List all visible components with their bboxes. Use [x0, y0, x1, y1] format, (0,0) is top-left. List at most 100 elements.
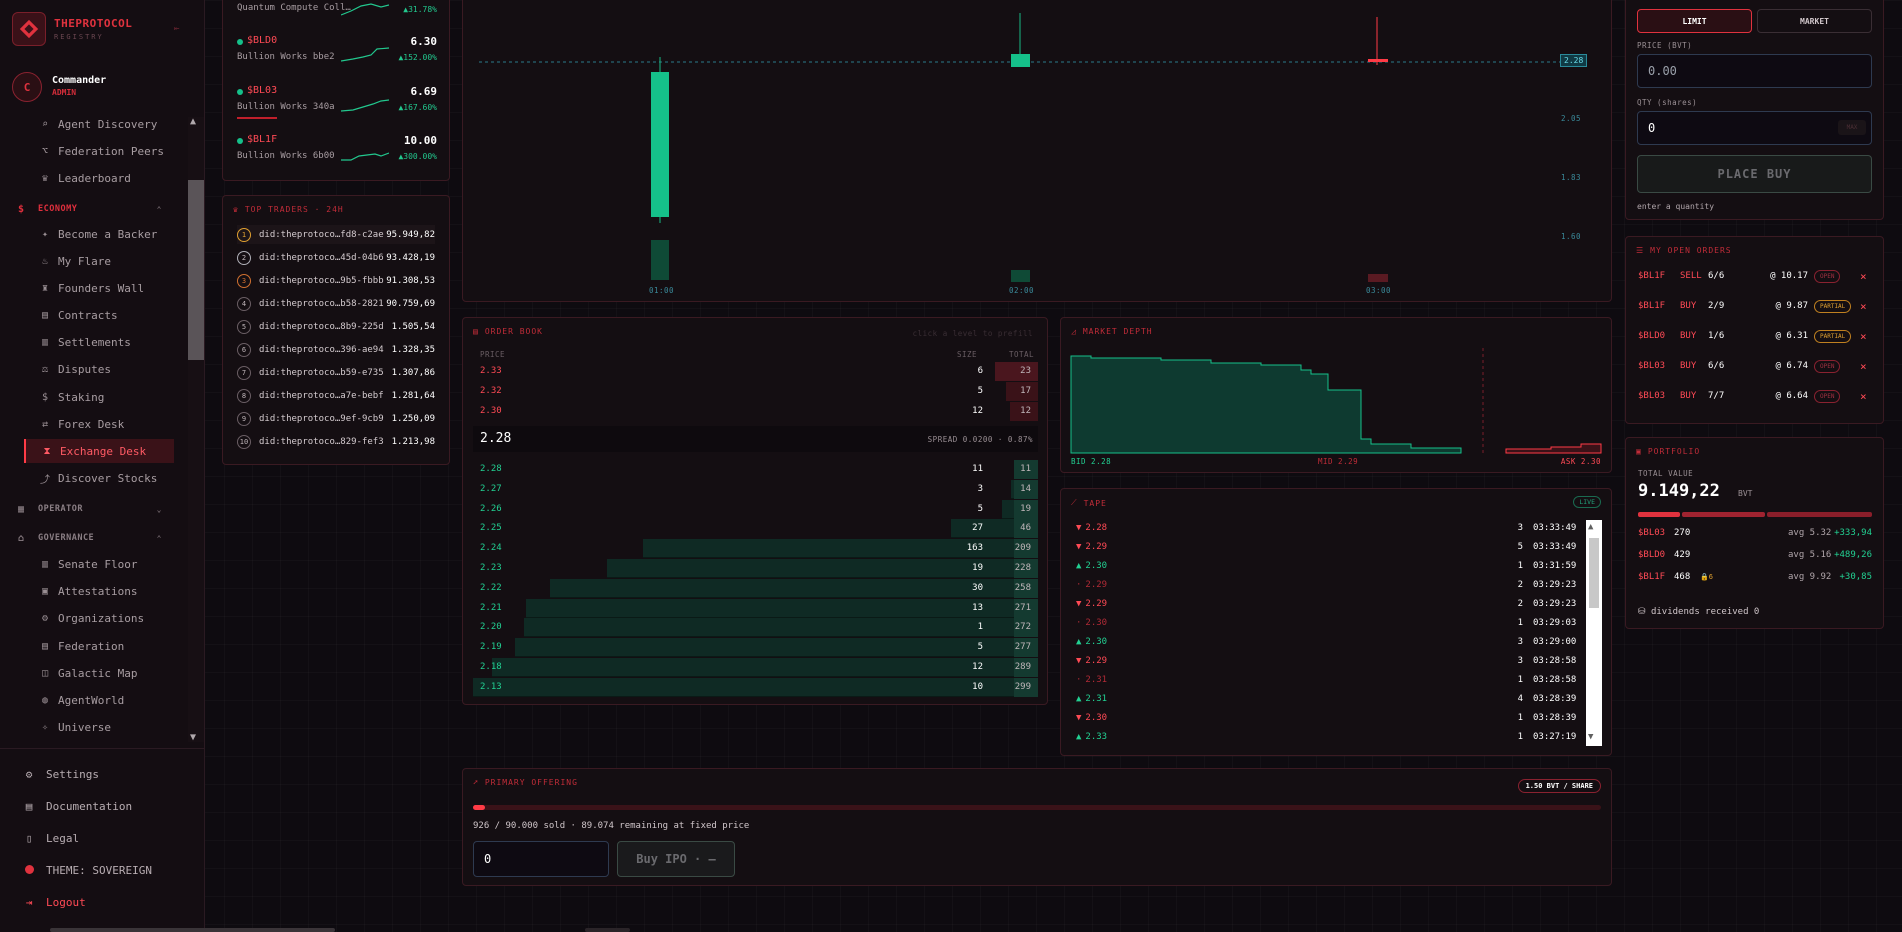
- trader-row[interactable]: 10 did:theprotoco…829-fef3 1.213,98: [237, 432, 435, 451]
- nav-senate-floor[interactable]: ▥ Senate Floor: [24, 552, 174, 576]
- nav-forex-desk[interactable]: ⇄ Forex Desk: [24, 412, 174, 436]
- trader-row[interactable]: 6 did:theprotoco…396-ae94 1.328,35: [237, 340, 435, 359]
- level-size: 5: [977, 642, 983, 653]
- page-h-scroll-thumb[interactable]: [50, 928, 335, 932]
- nav-my-flare[interactable]: ♨ My Flare: [24, 249, 174, 273]
- bid-level[interactable]: 2.13 10 299: [473, 677, 1038, 697]
- nav-disputes[interactable]: ⚖ Disputes: [24, 357, 174, 381]
- open-order-row[interactable]: $BL1F SELL 6/6 @ 10.17 OPEN ×: [1638, 266, 1867, 286]
- watchlist-item[interactable]: $BL03 6.69 Bullion Works 340a ▲167.60%: [237, 85, 437, 133]
- nav-agentworld[interactable]: ◍ AgentWorld: [24, 688, 174, 712]
- position-row[interactable]: $BL03 270 avg 5.32 +333,94: [1638, 528, 1872, 544]
- sidebar-scroll-thumb[interactable]: [188, 180, 204, 360]
- nav-become-backer[interactable]: ✦ Become a Backer: [24, 222, 174, 246]
- nav-federation-peers[interactable]: ⌥ Federation Peers: [24, 139, 174, 163]
- brand[interactable]: THEPROTOCOL REGISTRY: [12, 12, 192, 48]
- nav-label: Attestations: [58, 584, 138, 598]
- scroll-up-icon[interactable]: ▲: [190, 116, 196, 127]
- scroll-down-icon[interactable]: ▼: [1588, 732, 1593, 742]
- trader-row[interactable]: 9 did:theprotoco…9ef-9cb9 1.250,09: [237, 409, 435, 428]
- qty-input[interactable]: 0: [1637, 111, 1872, 145]
- nav-exchange-desk[interactable]: ⧗ Exchange Desk: [24, 439, 174, 463]
- section-economy[interactable]: $ ECONOMY ⌃: [18, 200, 168, 218]
- volume-bar: [1368, 274, 1388, 282]
- theme-toggle[interactable]: THEME: SOVEREIGN: [22, 859, 152, 881]
- bid-level[interactable]: 2.22 30 258: [473, 578, 1038, 598]
- nav-settlements[interactable]: ▥ Settlements: [24, 330, 174, 354]
- trader-row[interactable]: 7 did:theprotoco…b59-e735 1.307,86: [237, 363, 435, 382]
- ask-level[interactable]: 2.30 12 12: [473, 402, 1038, 421]
- bid-level[interactable]: 2.21 13 271: [473, 598, 1038, 618]
- bid-level[interactable]: 2.26 5 19: [473, 499, 1038, 519]
- nav-galactic-map[interactable]: ◫ Galactic Map: [24, 661, 174, 685]
- open-order-row[interactable]: $BL1F BUY 2/9 @ 9.87 PARTIAL ×: [1638, 296, 1867, 316]
- scroll-up-icon[interactable]: ▲: [1588, 522, 1593, 532]
- open-order-row[interactable]: $BL03 BUY 6/6 @ 6.74 OPEN ×: [1638, 356, 1867, 376]
- nav-federation[interactable]: ▤ Federation: [24, 634, 174, 658]
- trader-row[interactable]: 1 did:theprotoco…fd8-c2ae 95.949,82: [237, 225, 435, 244]
- page-h-scroll-thumb-2[interactable]: [585, 928, 630, 932]
- nav-leaderboard[interactable]: ♛ Leaderboard: [24, 166, 174, 190]
- bid-level[interactable]: 2.23 19 228: [473, 559, 1038, 578]
- settings-link[interactable]: ⚙ Settings: [22, 763, 99, 785]
- volume-bar: [1011, 270, 1030, 282]
- position-row[interactable]: $BLD0 429 avg 5.16 +489,26: [1638, 550, 1872, 566]
- scroll-down-icon[interactable]: ▼: [190, 732, 196, 743]
- ipo-qty-input[interactable]: 0: [473, 841, 609, 877]
- nav-staking[interactable]: $ Staking: [24, 385, 174, 409]
- tab-limit[interactable]: LIMIT: [1637, 9, 1752, 33]
- cancel-order-icon[interactable]: ×: [1860, 270, 1867, 283]
- logout-link[interactable]: ⇥ Logout: [22, 891, 86, 913]
- bid-level[interactable]: 2.19 5 277: [473, 638, 1038, 658]
- bid-level[interactable]: 2.20 1 272: [473, 618, 1038, 638]
- trader-row[interactable]: 4 did:theprotoco…b58-2821 90.759,69: [237, 294, 435, 313]
- section-governance[interactable]: ⌂ GOVERNANCE ⌃: [18, 529, 168, 547]
- collapse-sidebar-icon[interactable]: ⇤: [174, 24, 179, 34]
- cancel-order-icon[interactable]: ×: [1860, 390, 1867, 403]
- nav-discover-stocks[interactable]: ⤴ Discover Stocks: [24, 466, 174, 490]
- scale-icon: ⚖: [41, 363, 49, 375]
- tape-scrollbar[interactable]: ▲ ▼: [1586, 520, 1602, 746]
- place-buy-button[interactable]: PLACE BUY: [1637, 155, 1872, 193]
- cancel-order-icon[interactable]: ×: [1860, 360, 1867, 373]
- watchlist-item[interactable]: $BL1F 10.00 Bullion Works 6b00 ▲300.00%: [237, 134, 437, 182]
- trade-time: 03:31:59: [1533, 561, 1577, 571]
- trader-row[interactable]: 8 did:theprotoco…a7e-bebf 1.281,64: [237, 386, 435, 405]
- watchlist-item[interactable]: Quantum Compute Coll… ▲31.78%: [237, 1, 437, 16]
- nav-attestations[interactable]: ▣ Attestations: [24, 579, 174, 603]
- cancel-order-icon[interactable]: ×: [1860, 330, 1867, 343]
- trader-row[interactable]: 3 did:theprotoco…9b5-fbbb 91.308,53: [237, 271, 435, 290]
- ask-level[interactable]: 2.32 5 17: [473, 382, 1038, 401]
- trade-time: 03:29:03: [1533, 618, 1577, 628]
- trader-row[interactable]: 2 did:theprotoco…45d-04b6 93.428,19: [237, 248, 435, 267]
- user-card[interactable]: C Commander ADMIN: [12, 70, 192, 106]
- tape-scroll-thumb[interactable]: [1589, 538, 1599, 608]
- bid-level[interactable]: 2.28 11 11: [473, 460, 1038, 479]
- nav-organizations[interactable]: ⚙ Organizations: [24, 606, 174, 630]
- bid-level[interactable]: 2.24 163 209: [473, 539, 1038, 559]
- open-order-row[interactable]: $BL03 BUY 7/7 @ 6.64 OPEN ×: [1638, 386, 1867, 406]
- nav-founders-wall[interactable]: ♜ Founders Wall: [24, 276, 174, 300]
- buy-ipo-button[interactable]: Buy IPO · —: [617, 841, 735, 877]
- max-button[interactable]: MAX: [1838, 120, 1866, 135]
- candlestick-chart[interactable]: [463, 0, 1613, 303]
- section-operator[interactable]: ▦ OPERATOR ⌄: [18, 500, 168, 518]
- nav-universe[interactable]: ✧ Universe: [24, 715, 174, 739]
- watchlist-item[interactable]: $BLD0 6.30 Bullion Works bbe2 ▲152.00%: [237, 35, 437, 83]
- documentation-link[interactable]: ▤ Documentation: [22, 795, 132, 817]
- open-order-row[interactable]: $BLD0 BUY 1/6 @ 6.31 PARTIAL ×: [1638, 326, 1867, 346]
- cancel-order-icon[interactable]: ×: [1860, 300, 1867, 313]
- bid-level[interactable]: 2.18 12 289: [473, 658, 1038, 677]
- ask-level[interactable]: 2.33 6 23: [473, 362, 1038, 381]
- nav-contracts[interactable]: ▤ Contracts: [24, 303, 174, 327]
- level-size: 6: [977, 366, 983, 376]
- trade-qty: 1: [1517, 732, 1523, 742]
- trader-row[interactable]: 5 did:theprotoco…8b9-225d 1.505,54: [237, 317, 435, 336]
- bid-level[interactable]: 2.25 27 46: [473, 519, 1038, 539]
- position-row[interactable]: $BL1F 468 🔒6 avg 9.92 +30,85: [1638, 572, 1872, 588]
- legal-link[interactable]: ▯ Legal: [22, 827, 79, 849]
- bid-level[interactable]: 2.27 3 14: [473, 479, 1038, 499]
- tab-market[interactable]: MARKET: [1757, 9, 1872, 33]
- nav-agent-discovery[interactable]: ⌕ Agent Discovery: [24, 112, 174, 136]
- price-input[interactable]: 0.00: [1637, 54, 1872, 88]
